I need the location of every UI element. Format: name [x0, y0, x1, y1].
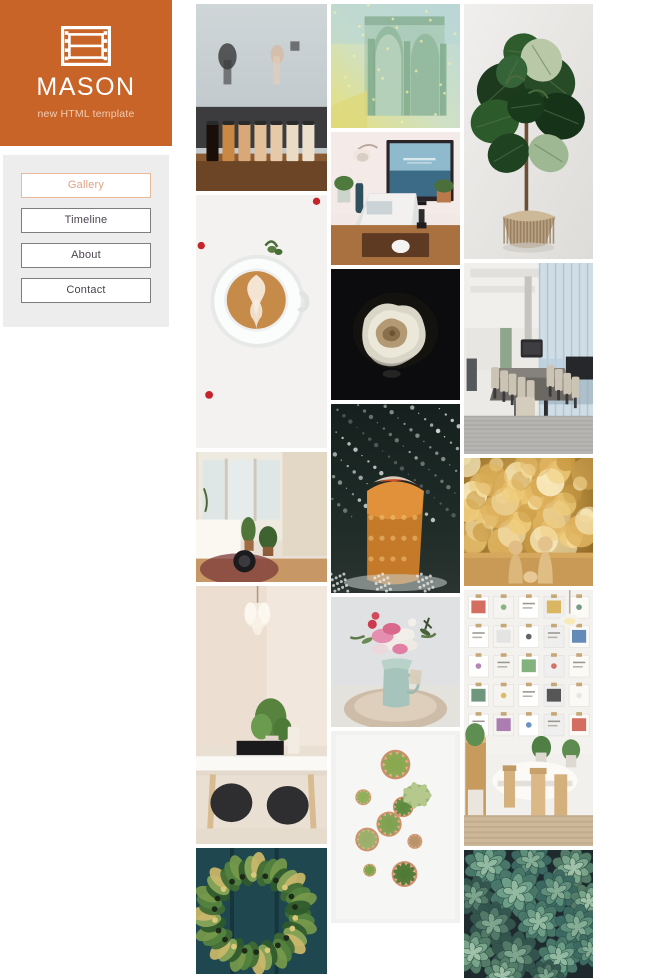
- green-wreath-door-photo[interactable]: [196, 848, 327, 974]
- coffee-bar-bottles-photo[interactable]: [196, 4, 327, 191]
- page-root: MASON new HTML template Gallery Timeline A…: [0, 0, 650, 978]
- column-2: [331, 4, 460, 923]
- bokeh-wooden-figures-photo[interactable]: [464, 458, 593, 586]
- nav-item-gallery[interactable]: Gallery: [21, 173, 151, 198]
- latte-art-cup-photo[interactable]: [196, 195, 327, 448]
- fiddle-leaf-fig-plant-photo[interactable]: [464, 4, 593, 259]
- nav-item-contact[interactable]: Contact: [21, 278, 151, 303]
- succulent-pots-flatlay-photo[interactable]: [331, 731, 460, 923]
- clipboard-gallery-wall-photo[interactable]: [464, 590, 593, 846]
- nav-item-about[interactable]: About: [21, 243, 151, 268]
- brand-title: MASON: [36, 73, 136, 101]
- desktop-workspace-photo[interactable]: [331, 132, 460, 265]
- flower-vase-pitcher-photo[interactable]: [331, 597, 460, 727]
- column-1: [196, 4, 327, 974]
- sidebar: MASON new HTML template Gallery Timeline A…: [0, 0, 180, 978]
- nav-item-timeline[interactable]: Timeline: [21, 208, 151, 233]
- brand-header: MASON new HTML template: [0, 0, 172, 146]
- film-strip-icon: [61, 26, 111, 66]
- aqueduct-banknote-photo[interactable]: [331, 4, 460, 128]
- panettone-sugar-dust-photo[interactable]: [331, 404, 460, 593]
- white-rose-dark-photo[interactable]: [331, 269, 460, 400]
- conference-room-photo[interactable]: [464, 263, 593, 454]
- succulents-closeup-photo[interactable]: [464, 850, 593, 978]
- brand-subtitle: new HTML template: [37, 107, 135, 120]
- main-navigation: Gallery Timeline About Contact: [3, 155, 169, 327]
- home-office-desk-photo[interactable]: [196, 586, 327, 844]
- sunlit-bedroom-photo[interactable]: [196, 452, 327, 582]
- column-3: [464, 4, 593, 978]
- image-gallery-grid: [196, 4, 594, 978]
